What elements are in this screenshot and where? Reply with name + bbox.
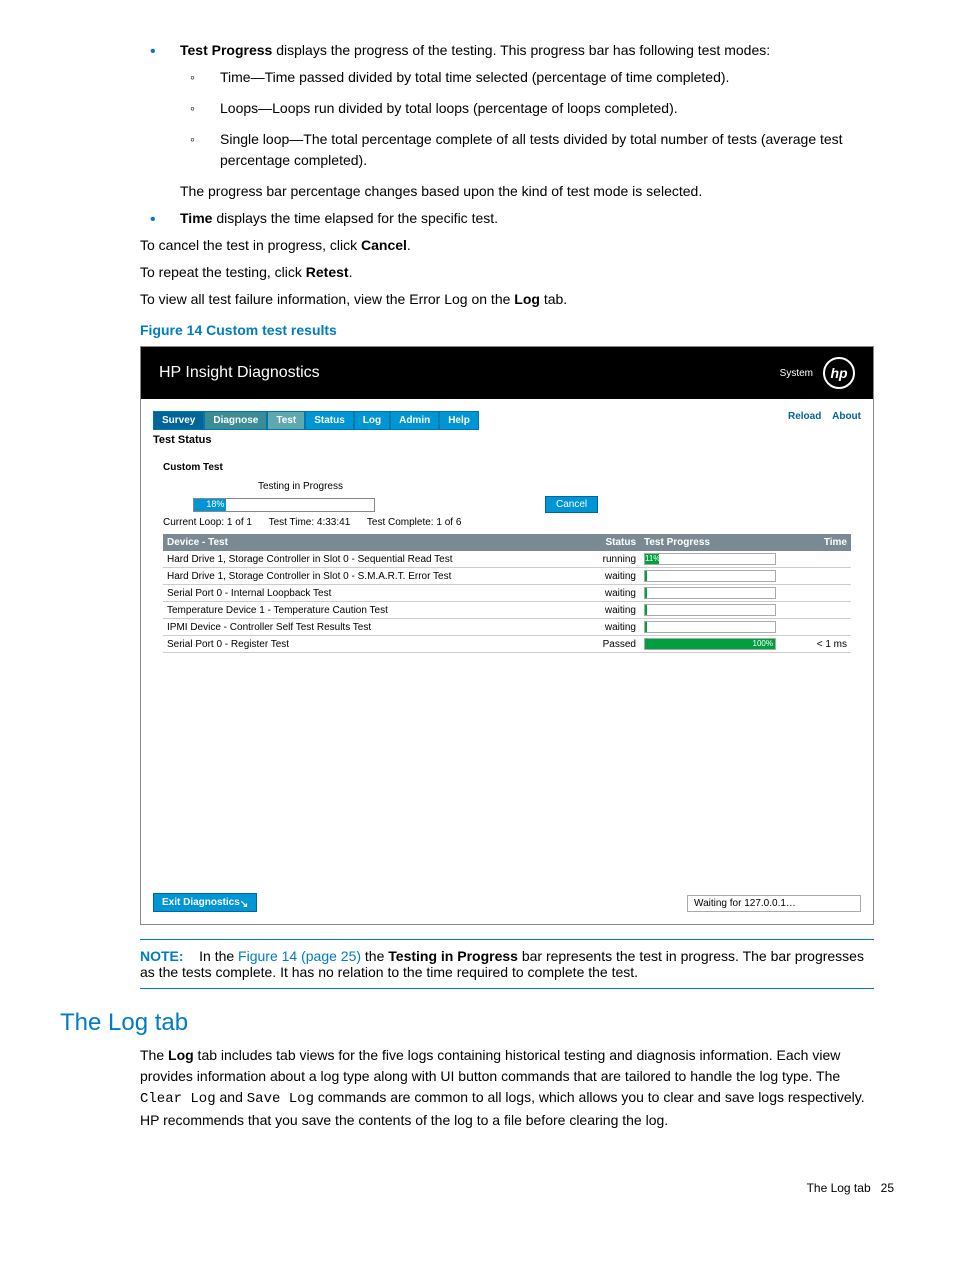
cell-time: [788, 568, 851, 585]
cell-status: running: [562, 551, 640, 568]
tab-help[interactable]: Help: [439, 411, 479, 430]
tab-bar: Survey Diagnose Test Status Log Admin He…: [153, 411, 479, 430]
page-footer: The Log tab 25: [60, 1181, 894, 1195]
bullet-item: Time displays the time elapsed for the s…: [140, 208, 874, 229]
row-progress-bar: [644, 621, 776, 633]
insight-diagnostics-app: HP Insight Diagnostics System hp Survey …: [140, 346, 874, 925]
sub-item: Single loop—The total percentage complet…: [180, 129, 874, 171]
th-status: Status: [562, 534, 640, 551]
cell-status: waiting: [562, 602, 640, 619]
section-title: Custom Test: [163, 462, 851, 473]
cell-name: Temperature Device 1 - Temperature Cauti…: [163, 602, 562, 619]
sub-item: Time—Time passed divided by total time s…: [180, 67, 874, 88]
cell-progress: [640, 619, 788, 636]
cell-status: Passed: [562, 636, 640, 653]
note-box: NOTE: In the Figure 14 (page 25) the Tes…: [140, 948, 874, 980]
cell-status: waiting: [562, 619, 640, 636]
cell-status: waiting: [562, 568, 640, 585]
about-link[interactable]: About: [832, 411, 861, 422]
cell-name: Hard Drive 1, Storage Controller in Slot…: [163, 568, 562, 585]
row-progress-bar: [644, 604, 776, 616]
tab-admin[interactable]: Admin: [390, 411, 439, 430]
th-device: Device - Test: [163, 534, 562, 551]
cell-time: [788, 551, 851, 568]
table-row: Serial Port 0 - Register TestPassed 100% <…: [163, 636, 851, 653]
table-row: Hard Drive 1, Storage Controller in Slot…: [163, 551, 851, 568]
cell-progress: [640, 585, 788, 602]
figure-link[interactable]: Figure 14 (page 25): [238, 948, 361, 964]
hp-logo-icon: hp: [823, 357, 855, 389]
tab-diagnose[interactable]: Diagnose: [204, 411, 267, 430]
text: displays the time elapsed for the specif…: [212, 210, 498, 226]
cell-time: [788, 619, 851, 636]
row-progress-fill: [645, 605, 647, 615]
info-line: Current Loop: 1 of 1 Test Time: 4:33:41 …: [163, 517, 851, 528]
reload-link[interactable]: Reload: [788, 411, 821, 422]
cancel-button[interactable]: Cancel: [545, 496, 598, 513]
app-header: HP Insight Diagnostics System hp: [141, 347, 873, 399]
row-progress-fill: [645, 571, 647, 581]
cell-progress: 100%: [640, 636, 788, 653]
bullet-item: Test Progress displays the progress of t…: [140, 40, 874, 202]
tab-status[interactable]: Status: [305, 411, 354, 430]
para: To view all test failure information, vi…: [140, 289, 874, 310]
figure-title: Figure 14 Custom test results: [140, 322, 874, 338]
row-progress-fill: [645, 588, 647, 598]
para: To repeat the testing, click Retest.: [140, 262, 874, 283]
top-links: Reload About: [780, 411, 861, 422]
system-label: System: [780, 368, 813, 379]
term: Test Progress: [180, 42, 272, 58]
exit-diagnostics-button[interactable]: Exit Diagnostics: [153, 893, 257, 912]
row-progress-bar: [644, 570, 776, 582]
cell-progress: [640, 602, 788, 619]
sub-item: Loops—Loops run divided by total loops (…: [180, 98, 874, 119]
tab-log[interactable]: Log: [354, 411, 390, 430]
cell-time: < 1 ms: [788, 636, 851, 653]
table-row: IPMI Device - Controller Self Test Resul…: [163, 619, 851, 636]
section-heading: The Log tab: [60, 1009, 874, 1037]
row-progress-bar: 100%: [644, 638, 776, 650]
sub-list: Time—Time passed divided by total time s…: [180, 67, 874, 171]
table-row: Temperature Device 1 - Temperature Cauti…: [163, 602, 851, 619]
th-time: Time: [788, 534, 851, 551]
log-para: The Log tab includes tab views for the f…: [140, 1045, 874, 1131]
cell-time: [788, 602, 851, 619]
progress-label: Testing in Progress: [163, 481, 353, 492]
row-progress-fill: [645, 622, 647, 632]
row-progress-bar: [644, 587, 776, 599]
row-progress-bar: 11%: [644, 553, 776, 565]
table-row: Hard Drive 1, Storage Controller in Slot…: [163, 568, 851, 585]
note-label: NOTE:: [140, 948, 184, 964]
tab-test[interactable]: Test: [267, 411, 305, 430]
overall-progress-bar: 18%: [193, 498, 375, 512]
cell-name: Hard Drive 1, Storage Controller in Slot…: [163, 551, 562, 568]
row-progress-fill: 100%: [645, 639, 775, 649]
row-progress-fill: 11%: [645, 554, 659, 564]
cell-time: [788, 585, 851, 602]
after-text: The progress bar percentage changes base…: [180, 181, 874, 202]
text: displays the progress of the testing. Th…: [272, 42, 770, 58]
term: Time: [180, 210, 212, 226]
table-row: Serial Port 0 - Internal Loopback Testwa…: [163, 585, 851, 602]
panel-head: Test Status: [153, 430, 861, 454]
cell-name: IPMI Device - Controller Self Test Resul…: [163, 619, 562, 636]
cell-progress: 11%: [640, 551, 788, 568]
th-progress: Test Progress: [640, 534, 788, 551]
bullet-list: Test Progress displays the progress of t…: [140, 40, 874, 229]
status-bar: Waiting for 127.0.0.1…: [687, 895, 861, 912]
cell-name: Serial Port 0 - Register Test: [163, 636, 562, 653]
cell-progress: [640, 568, 788, 585]
test-table: Device - Test Status Test Progress Time …: [163, 534, 851, 653]
cell-name: Serial Port 0 - Internal Loopback Test: [163, 585, 562, 602]
para: To cancel the test in progress, click Ca…: [140, 235, 874, 256]
tab-survey[interactable]: Survey: [153, 411, 204, 430]
app-title: HP Insight Diagnostics: [159, 364, 320, 382]
progress-fill: 18%: [194, 499, 226, 511]
cell-status: waiting: [562, 585, 640, 602]
